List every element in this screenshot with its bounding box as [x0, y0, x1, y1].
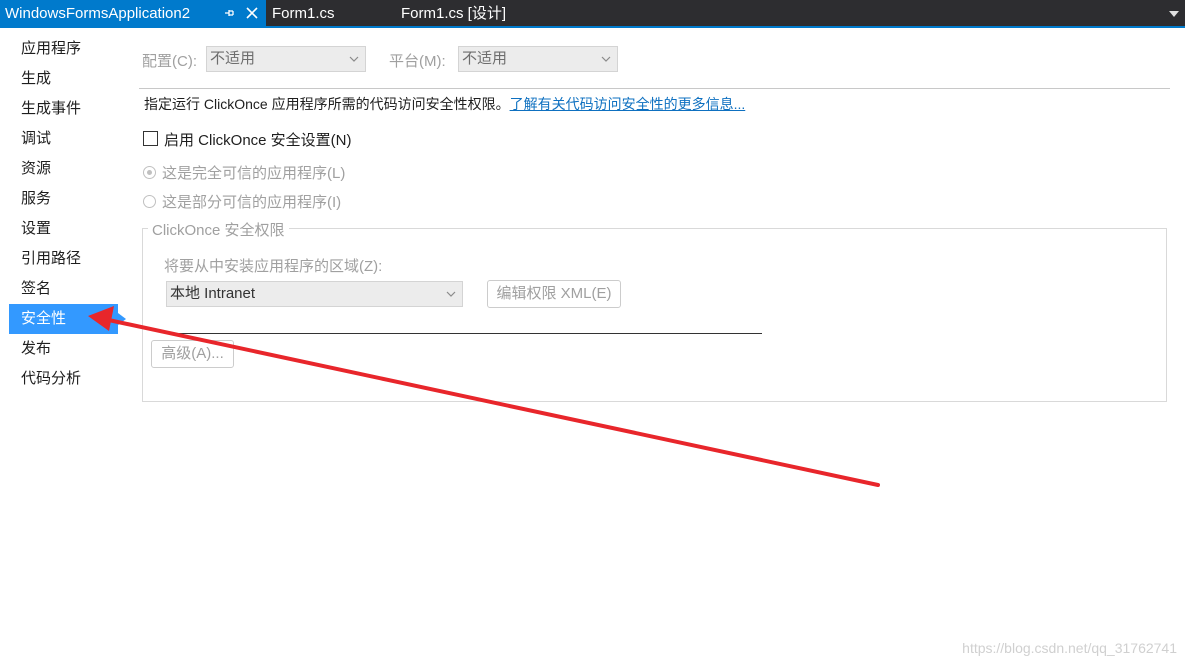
annotation-arrow-head — [88, 306, 114, 331]
annotation-arrow — [88, 306, 880, 487]
watermark: https://blog.csdn.net/qq_31762741 — [962, 640, 1177, 656]
annotation-arrow-shaft — [102, 317, 880, 487]
